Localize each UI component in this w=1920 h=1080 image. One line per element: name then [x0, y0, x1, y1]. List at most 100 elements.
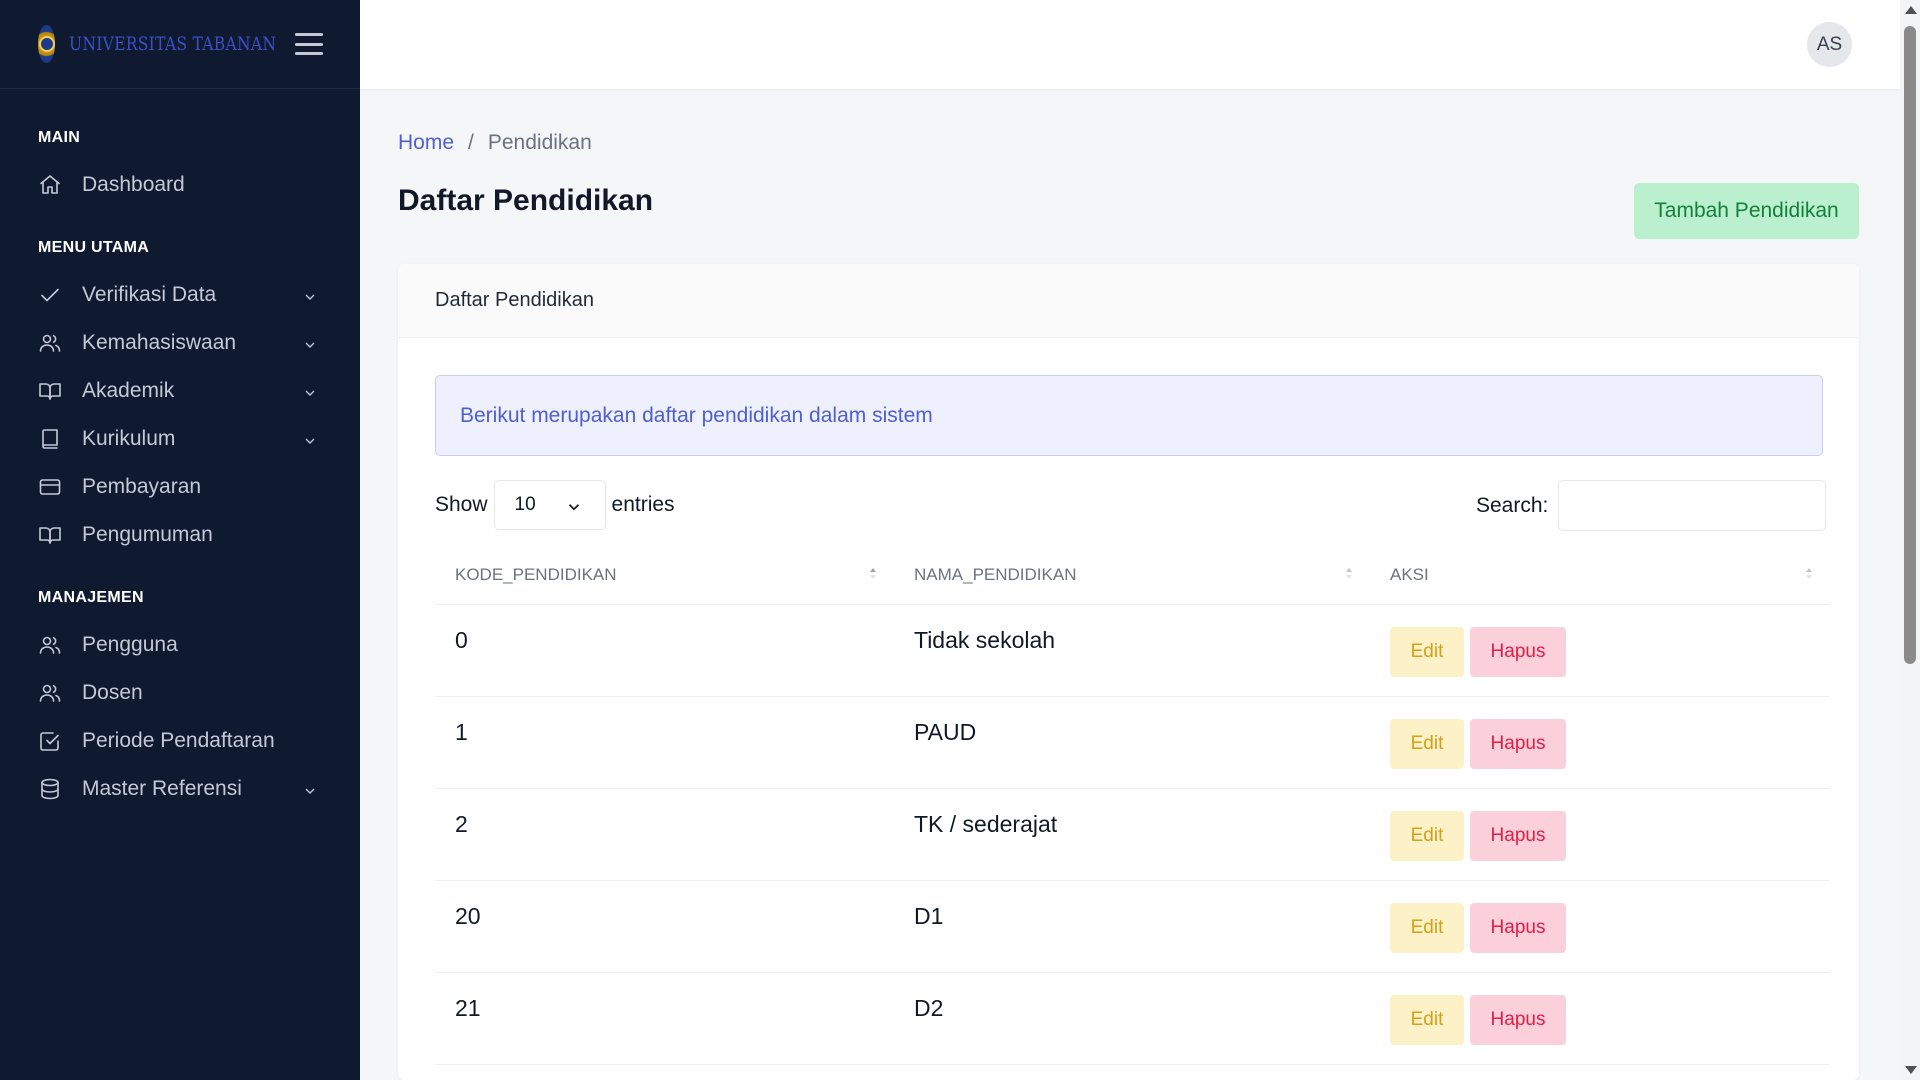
credit-card-icon	[38, 475, 62, 499]
topbar: AS	[360, 0, 1900, 89]
column-header-label: AKSI	[1390, 564, 1429, 584]
entries-label: entries	[611, 493, 675, 516]
cell-aksi: Edit Hapus	[1370, 697, 1830, 788]
sidebar-section-title: MAIN	[38, 129, 81, 146]
scroll-thumb[interactable]	[1904, 26, 1916, 664]
users-icon	[38, 331, 62, 355]
sidebar-item-label: Pengguna	[82, 633, 178, 656]
column-header-label: NAMA_PENDIDIKAN	[914, 564, 1077, 584]
check-icon	[38, 283, 62, 307]
chevron-down-icon	[302, 287, 318, 303]
sidebar-item-label: Pembayaran	[82, 475, 202, 498]
sort-icon	[1806, 567, 1814, 582]
book-open-icon	[38, 523, 62, 547]
cell-nama: D2	[914, 995, 944, 1021]
hamburger-menu-icon[interactable]	[295, 33, 323, 55]
sidebar-item-master-referensi[interactable]: Master Referensi	[0, 765, 360, 813]
users-icon	[38, 681, 62, 705]
pendidikan-table: KODE_PENDIDIKAN NAMA_PENDIDIKAN AKSI 0 Ti…	[435, 545, 1830, 1065]
sidebar: UNIVERSITAS TABANAN MAIN Dashboard MENU UT…	[0, 0, 360, 1080]
sidebar-item-dosen[interactable]: Dosen	[0, 669, 360, 717]
sidebar-item-verifikasi-data[interactable]: Verifikasi Data	[0, 271, 360, 319]
edit-button[interactable]: Edit	[1390, 627, 1464, 677]
scroll-up-arrow-icon[interactable]	[1905, 6, 1917, 14]
sidebar-item-dashboard[interactable]: Dashboard	[0, 161, 360, 209]
breadcrumb-home-link[interactable]: Home	[398, 131, 454, 155]
search-input[interactable]	[1558, 480, 1827, 531]
user-avatar[interactable]: AS	[1807, 22, 1852, 67]
search-label: Search:	[1476, 493, 1549, 517]
cell-nama: Tidak sekolah	[914, 627, 1056, 653]
cell-kode: 1	[455, 719, 468, 745]
sidebar-item-pengumuman[interactable]: Pengumuman	[0, 511, 360, 559]
column-header-nama[interactable]: NAMA_PENDIDIKAN	[894, 545, 1370, 605]
sidebar-item-kemahasiswaan[interactable]: Kemahasiswaan	[0, 319, 360, 367]
breadcrumb: Home / Pendidikan	[398, 131, 592, 155]
info-alert: Berikut merupakan daftar pendidikan dala…	[435, 375, 1823, 456]
cell-nama: TK / sederajat	[914, 811, 1058, 837]
sidebar-section-title: MENU UTAMA	[38, 239, 150, 256]
chevron-down-icon	[568, 504, 579, 511]
book-open-icon	[38, 379, 62, 403]
delete-button[interactable]: Hapus	[1470, 719, 1566, 769]
table-row: 21 D2 Edit Hapus	[435, 973, 1830, 1065]
delete-button[interactable]: Hapus	[1470, 903, 1566, 953]
cell-kode: 20	[455, 903, 481, 929]
breadcrumb-separator: /	[468, 131, 474, 154]
sidebar-item-akademik[interactable]: Akademik	[0, 367, 360, 415]
chevron-down-icon	[302, 431, 318, 447]
delete-button[interactable]: Hapus	[1470, 995, 1566, 1045]
sidebar-item-kurikulum[interactable]: Kurikulum	[0, 415, 360, 463]
sidebar-item-pembayaran[interactable]: Pembayaran	[0, 463, 360, 511]
sort-icon	[870, 567, 878, 582]
sidebar-item-label: Verifikasi Data	[82, 283, 217, 306]
page-scrollbar[interactable]	[1900, 0, 1920, 1080]
cell-aksi: Edit Hapus	[1370, 973, 1830, 1064]
cell-kode: 0	[455, 627, 468, 653]
pendidikan-card: Daftar Pendidikan Berikut merupakan daft…	[398, 264, 1859, 1080]
edit-button[interactable]: Edit	[1390, 719, 1464, 769]
sort-icon	[1346, 567, 1354, 582]
book-icon	[38, 427, 62, 451]
entries-select[interactable]: 10	[493, 480, 606, 530]
database-icon	[38, 777, 62, 801]
cell-aksi: Edit Hapus	[1370, 605, 1830, 696]
chevron-down-icon	[302, 383, 318, 399]
brand-name: UNIVERSITAS TABANAN	[69, 33, 277, 55]
check-square-icon	[38, 729, 62, 753]
column-header-kode[interactable]: KODE_PENDIDIKAN	[435, 545, 894, 605]
sidebar-section-title: MANAJEMEN	[38, 589, 144, 606]
sidebar-nav: MAIN Dashboard MENU UTAMA Verifikasi Data Ke…	[0, 89, 360, 813]
scroll-down-arrow-icon[interactable]	[1905, 1066, 1917, 1074]
sidebar-item-periode-pendaftaran[interactable]: Periode Pendaftaran	[0, 717, 360, 765]
breadcrumb-current: Pendidikan	[487, 131, 592, 154]
sidebar-item-label: Dosen	[82, 681, 143, 704]
sidebar-section: MANAJEMEN Pengguna Dosen Periode Pendaftara…	[0, 589, 360, 813]
edit-button[interactable]: Edit	[1390, 811, 1464, 861]
cell-nama: PAUD	[914, 719, 977, 745]
sidebar-item-label: Master Referensi	[82, 777, 242, 800]
cell-nama: D1	[914, 903, 944, 929]
table-row: 0 Tidak sekolah Edit Hapus	[435, 605, 1830, 697]
column-header-aksi[interactable]: AKSI	[1370, 545, 1830, 605]
sidebar-item-pengguna[interactable]: Pengguna	[0, 621, 360, 669]
table-header: KODE_PENDIDIKAN NAMA_PENDIDIKAN AKSI	[435, 545, 1830, 605]
edit-button[interactable]: Edit	[1390, 995, 1464, 1045]
delete-button[interactable]: Hapus	[1470, 627, 1566, 677]
sidebar-item-label: Periode Pendaftaran	[82, 729, 275, 752]
table-row: 2 TK / sederajat Edit Hapus	[435, 789, 1830, 881]
delete-button[interactable]: Hapus	[1470, 811, 1566, 861]
sidebar-item-label: Kurikulum	[82, 427, 176, 450]
sidebar-item-label: Dashboard	[82, 173, 185, 196]
cell-kode: 2	[455, 811, 468, 837]
sidebar-item-label: Kemahasiswaan	[82, 331, 237, 354]
users-icon	[38, 633, 62, 657]
table-search: Search:	[1476, 480, 1827, 531]
sidebar-item-label: Pengumuman	[82, 523, 213, 546]
edit-button[interactable]: Edit	[1390, 903, 1464, 953]
entries-select-value: 10	[514, 494, 536, 515]
table-row: 20 D1 Edit Hapus	[435, 881, 1830, 973]
add-pendidikan-button[interactable]: Tambah Pendidikan	[1634, 183, 1859, 239]
table-body: 0 Tidak sekolah Edit Hapus 1 PAUD Edit Hapus 2 TK…	[435, 605, 1830, 1065]
cell-kode: 21	[455, 995, 481, 1021]
